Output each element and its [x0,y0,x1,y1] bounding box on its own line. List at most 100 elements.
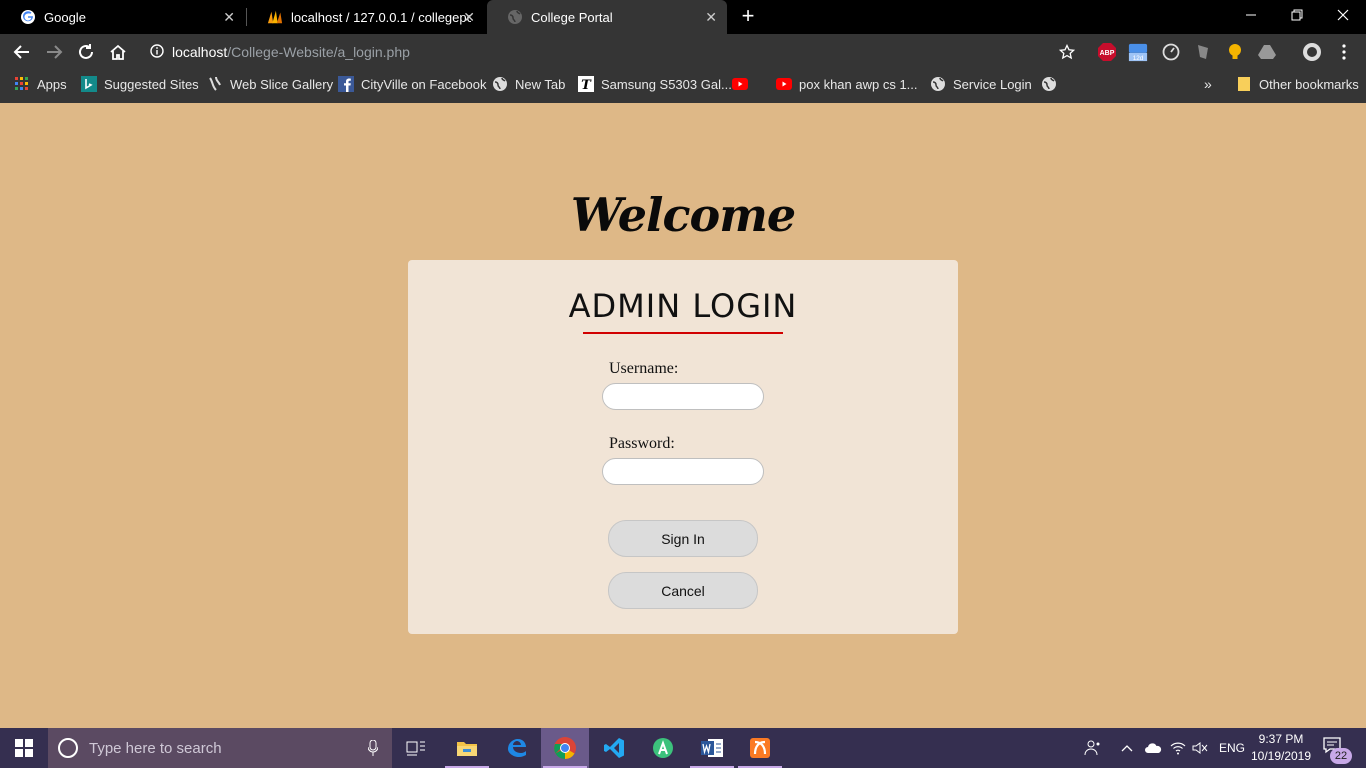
speedometer-icon[interactable] [1161,42,1181,62]
apps-grid-icon [14,76,30,92]
taskbar: Type here to search ENG 9:37 PM 10/19/20… [0,728,1366,768]
tab-title: Google [44,9,86,25]
windows-start-button[interactable] [0,728,48,768]
username-input[interactable] [602,383,764,410]
menu-icon[interactable] [1334,42,1354,62]
notification-count-badge: 22 [1330,748,1352,764]
star-icon[interactable] [1057,42,1077,62]
sign-in-button[interactable]: Sign In [608,520,758,557]
svg-text:T: T [581,78,592,92]
youtube-icon [776,76,792,92]
language-indicator[interactable]: ENG [1219,728,1245,768]
calendar-extension-icon[interactable]: 12d [1128,42,1148,62]
onedrive-icon[interactable] [1144,728,1162,768]
microphone-icon[interactable] [367,739,379,761]
folder-icon [1236,76,1252,92]
bookmark-label: Other bookmarks [1259,76,1359,92]
bing-icon [81,76,97,92]
wifi-icon[interactable] [1170,728,1186,768]
globe-icon [930,76,946,92]
facebook-icon [338,76,354,92]
bookmark-youtube[interactable] [732,69,755,99]
adblock-plus-icon[interactable]: ABP [1097,42,1117,62]
lightbulb-icon[interactable] [1225,42,1245,62]
back-button[interactable] [9,39,35,65]
tab-title: localhost / 127.0.0.1 / collegepor [291,9,471,25]
username-label: Username: [609,360,679,377]
drive-icon[interactable] [1257,42,1277,62]
cortana-icon [58,738,78,758]
close-icon[interactable]: ✕ [463,9,475,26]
xampp-icon[interactable] [736,728,784,768]
bookmark-label: Samsung S5303 Gal... [601,76,732,92]
extension-icon[interactable] [1193,42,1213,62]
show-hidden-icons-chevron-icon[interactable] [1121,728,1133,768]
taskbar-search-box[interactable]: Type here to search [48,728,392,768]
android-studio-icon[interactable] [639,728,687,768]
login-title: ADMIN LOGIN [568,287,798,325]
tab-college-portal[interactable]: College Portal ✕ [487,0,727,34]
more-bookmarks-chevron-icon[interactable]: » [1204,69,1212,99]
system-clock[interactable]: 9:37 PM 10/19/2019 [1250,731,1312,765]
bookmark-service-login[interactable]: Service Login [930,69,1032,99]
new-tab-button[interactable]: + [738,5,758,29]
close-icon[interactable]: ✕ [705,9,717,26]
vscode-icon[interactable] [590,728,638,768]
cancel-button[interactable]: Cancel [608,572,758,609]
volume-muted-icon[interactable] [1192,728,1208,768]
password-label: Password: [609,435,675,452]
browser-toolbar: localhost/College-Website/a_login.php AB… [0,34,1366,69]
bookmark-other-bookmarks[interactable]: Other bookmarks [1236,69,1359,99]
calendar-badge: 12d [1133,55,1144,62]
globe-icon [492,76,508,92]
phpmyadmin-icon [267,9,283,25]
address-bar[interactable]: localhost/College-Website/a_login.php [140,38,1088,66]
webslice-icon [207,76,223,92]
youtube-icon [732,76,748,92]
welcome-heading: Welcome [570,188,796,242]
bookmark-label: New Tab [515,76,566,92]
url-host: localhost [172,44,228,60]
forward-button[interactable] [41,39,67,65]
bookmark-pox-khan[interactable]: pox khan awp cs 1... [776,69,918,99]
bookmark-label: pox khan awp cs 1... [799,76,918,92]
title-underline [583,332,783,334]
close-icon[interactable]: ✕ [223,9,235,26]
tab-phpmyadmin[interactable]: localhost / 127.0.0.1 / collegepor ✕ [247,0,485,34]
task-view-icon[interactable] [392,728,440,768]
reload-button[interactable] [73,39,99,65]
info-icon[interactable] [150,43,164,61]
chrome-icon[interactable] [541,728,589,768]
tab-google[interactable]: Google ✕ [0,0,245,34]
word-icon[interactable] [688,728,736,768]
tab-title: College Portal [531,9,613,25]
bookmark-globe[interactable] [1041,69,1064,99]
bookmark-web-slice-gallery[interactable]: Web Slice Gallery [207,69,333,99]
restore-button[interactable] [1274,0,1320,30]
minimize-button[interactable] [1228,0,1274,30]
bookmark-samsung[interactable]: T Samsung S5303 Gal... [578,69,732,99]
edge-icon[interactable] [492,728,540,768]
tab-strip: Google ✕ localhost / 127.0.0.1 / college… [0,0,1366,34]
bookmark-label: Web Slice Gallery [230,76,334,92]
globe-icon [507,9,523,25]
clock-time: 9:37 PM [1258,732,1304,746]
globe-icon [1041,76,1057,92]
bookmark-suggested-sites[interactable]: Suggested Sites [81,69,199,99]
clock-date: 10/19/2019 [1250,749,1312,763]
home-button[interactable] [105,39,131,65]
abp-label: ABP [1100,50,1115,57]
profile-avatar[interactable] [1302,42,1322,62]
bookmark-cityville[interactable]: CityVille on Facebook [338,69,487,99]
url-path: /College-Website/a_login.php [227,44,410,60]
people-icon[interactable] [1084,728,1102,768]
bookmark-label: Suggested Sites [104,76,199,92]
bookmark-new-tab[interactable]: New Tab [492,69,565,99]
close-window-button[interactable] [1320,0,1366,30]
file-explorer-icon[interactable] [443,728,491,768]
search-placeholder: Type here to search [89,739,222,757]
bookmark-label: CityVille on Facebook [361,76,487,92]
t-icon: T [578,76,594,92]
bookmark-apps[interactable]: Apps [14,69,67,99]
password-input[interactable] [602,458,764,485]
